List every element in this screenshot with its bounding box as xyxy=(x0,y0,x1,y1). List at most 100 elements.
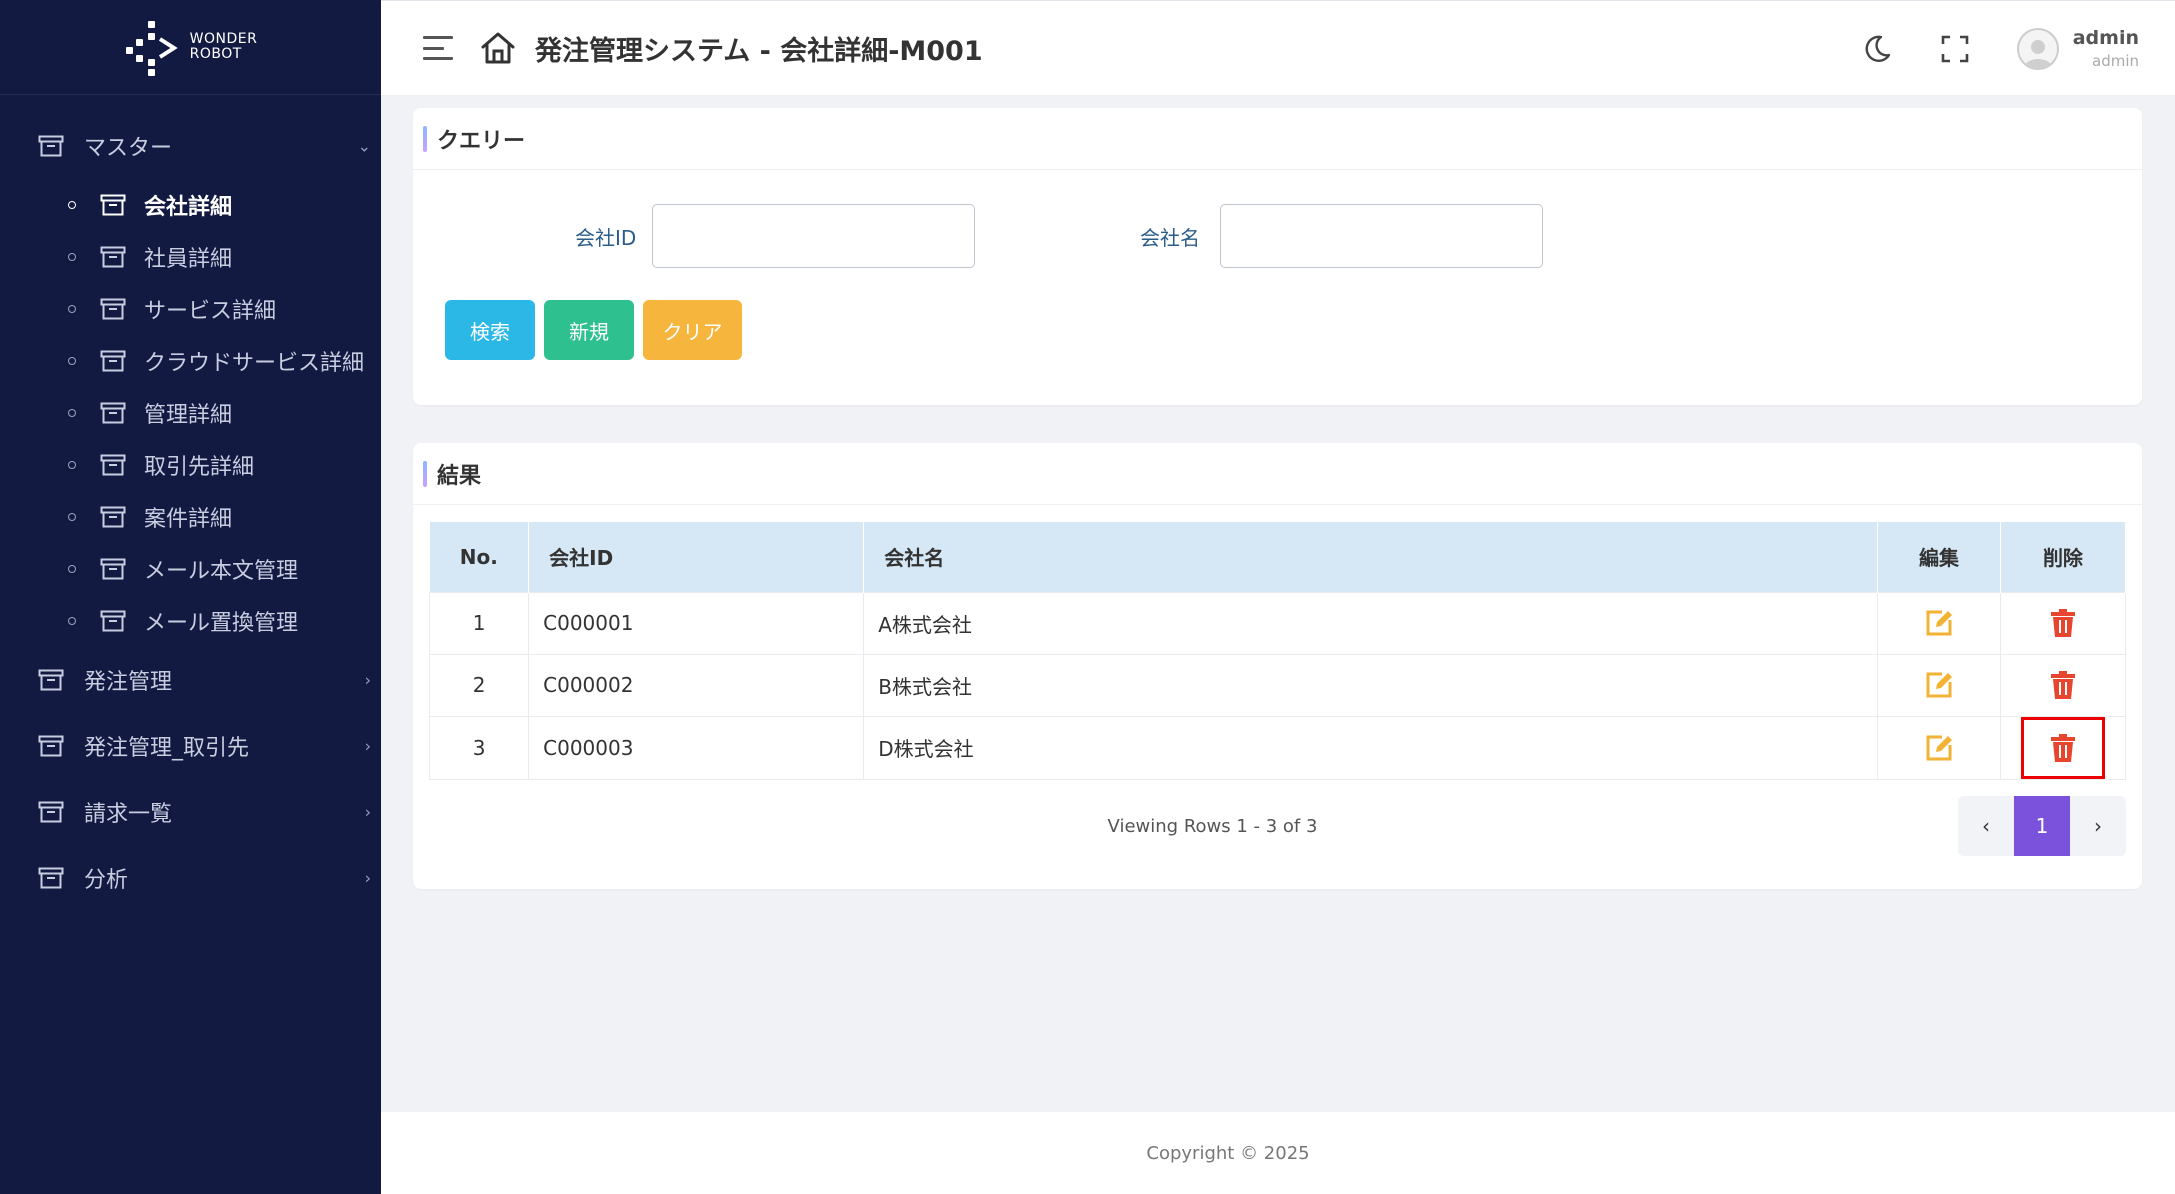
chevron-down-icon: ⌄ xyxy=(357,136,371,156)
user-role: admin xyxy=(2092,51,2139,70)
table-row: 2 C000002 B株式会社 xyxy=(428,653,2127,717)
bullet-icon xyxy=(68,461,76,469)
archive-icon xyxy=(100,194,126,216)
edit-icon[interactable] xyxy=(1924,670,1954,700)
archive-icon xyxy=(100,246,126,268)
sidebar-item-label: メール本文管理 xyxy=(144,559,299,584)
sidebar-item-service-detail[interactable]: サービス詳細 xyxy=(0,283,381,335)
sidebar-item-client-detail[interactable]: 取引先詳細 xyxy=(0,439,381,491)
column-header-company-name[interactable]: 会社名 xyxy=(863,522,1879,592)
logo[interactable]: WONDER ROBOT xyxy=(0,0,381,95)
sidebar-group-master[interactable]: マスター ⌄ xyxy=(0,113,381,179)
sidebar-item-mail-body[interactable]: メール本文管理 xyxy=(0,543,381,595)
sidebar-group-label: マスター xyxy=(84,136,173,161)
sidebar-item-label: 取引先詳細 xyxy=(144,455,255,480)
new-button[interactable]: 新規 xyxy=(544,300,634,360)
trash-icon[interactable] xyxy=(2048,608,2078,638)
avatar[interactable] xyxy=(2016,27,2059,70)
search-button[interactable]: 検索 xyxy=(445,300,535,360)
company-name-input[interactable] xyxy=(1220,204,1543,268)
clear-button[interactable]: クリア xyxy=(643,300,742,360)
chevron-right-icon: › xyxy=(364,670,371,690)
column-header-edit: 編集 xyxy=(1877,522,2001,592)
page-title: 発注管理システム - 会社詳細-M001 xyxy=(535,35,983,67)
table-header-row: No. 会社ID 会社名 編集 削除 xyxy=(429,522,2127,592)
sidebar-item-project-detail[interactable]: 案件詳細 xyxy=(0,491,381,543)
cell-no: 2 xyxy=(428,653,530,717)
sidebar-item-management-detail[interactable]: 管理詳細 xyxy=(0,387,381,439)
query-card-title: クエリー xyxy=(413,108,2142,170)
cell-no: 1 xyxy=(428,591,530,655)
company-id-label: 会社ID xyxy=(575,226,637,250)
cell-delete xyxy=(1999,653,2127,717)
column-header-delete: 削除 xyxy=(2000,522,2127,592)
sidebar-group-label: 発注管理 xyxy=(84,670,173,695)
archive-icon xyxy=(100,454,126,476)
sidebar-item-mail-replace[interactable]: メール置換管理 xyxy=(0,595,381,647)
company-id-input[interactable] xyxy=(652,204,975,268)
sidebar-group-order[interactable]: 発注管理 › xyxy=(0,647,381,713)
sidebar: WONDER ROBOT マスター ⌄ 会社詳細 社員詳細 サービス詳細 クラウ… xyxy=(0,0,381,1194)
top-header: 発注管理システム - 会社詳細-M001 admin admin xyxy=(381,0,2175,95)
result-card-title: 結果 xyxy=(413,443,2142,505)
archive-icon xyxy=(100,402,126,424)
cell-delete xyxy=(1999,715,2127,780)
column-header-company-id[interactable]: 会社ID xyxy=(528,522,865,592)
sidebar-group-invoice[interactable]: 請求一覧 › xyxy=(0,779,381,845)
edit-icon[interactable] xyxy=(1924,608,1954,638)
chevron-right-icon: › xyxy=(364,802,371,822)
table-row: 3 C000003 D株式会社 xyxy=(428,715,2127,780)
chevron-right-icon: › xyxy=(364,868,371,888)
wonder-robot-logo-icon xyxy=(124,19,180,76)
sidebar-item-label: クラウドサービス詳細 xyxy=(144,351,365,376)
sidebar-item-cloud-service-detail[interactable]: クラウドサービス詳細 xyxy=(0,335,381,387)
user-info[interactable]: admin admin xyxy=(2072,26,2139,70)
sidebar-group-analysis[interactable]: 分析 › xyxy=(0,845,381,911)
edit-icon[interactable] xyxy=(1924,733,1954,763)
archive-icon xyxy=(100,298,126,320)
bullet-icon xyxy=(68,305,76,313)
pagination: ‹ 1 › xyxy=(1958,796,2126,856)
sidebar-item-label: サービス詳細 xyxy=(144,299,277,324)
home-icon[interactable] xyxy=(479,29,517,67)
cell-company-name: D株式会社 xyxy=(863,715,1879,780)
sidebar-group-order-client[interactable]: 発注管理_取引先 › xyxy=(0,713,381,779)
cell-company-id: C000002 xyxy=(528,653,865,717)
page-button-current[interactable]: 1 xyxy=(2014,796,2070,856)
pagination-info: Viewing Rows 1 - 3 of 3 xyxy=(1107,816,1318,837)
dark-mode-moon-icon[interactable] xyxy=(1861,33,1893,65)
cell-delete xyxy=(1999,591,2127,655)
trash-icon[interactable] xyxy=(2048,670,2078,700)
cell-company-id: C000001 xyxy=(528,591,865,655)
sidebar-item-label: 会社詳細 xyxy=(144,195,233,220)
prev-page-button[interactable]: ‹ xyxy=(1958,796,2014,856)
archive-icon xyxy=(100,558,126,580)
fullscreen-icon[interactable] xyxy=(1939,33,1971,65)
column-header-no[interactable]: No. xyxy=(429,522,530,592)
menu-toggle-icon[interactable] xyxy=(423,36,453,60)
bullet-icon xyxy=(68,409,76,417)
cell-edit xyxy=(1877,715,2001,780)
bullet-icon xyxy=(68,617,76,625)
header-actions: admin admin xyxy=(1861,1,2139,96)
chevron-right-icon: › xyxy=(364,736,371,756)
sidebar-item-employee-detail[interactable]: 社員詳細 xyxy=(0,231,381,283)
next-page-button[interactable]: › xyxy=(2070,796,2126,856)
sidebar-item-label: メール置換管理 xyxy=(144,611,299,636)
result-card: 結果 No. 会社ID 会社名 編集 削除 1 C000001 A株式会社 2 … xyxy=(413,443,2142,889)
sidebar-group-label: 請求一覧 xyxy=(84,802,173,827)
sidebar-group-label: 分析 xyxy=(84,868,129,893)
archive-icon xyxy=(38,867,64,889)
user-name: admin xyxy=(2072,26,2139,49)
sidebar-nav: マスター ⌄ 会社詳細 社員詳細 サービス詳細 クラウドサービス詳細 管理詳細 xyxy=(0,95,381,911)
sidebar-item-label: 社員詳細 xyxy=(144,247,233,272)
sidebar-item-company-detail[interactable]: 会社詳細 xyxy=(0,179,381,231)
sidebar-group-label: 発注管理_取引先 xyxy=(84,736,250,761)
archive-icon xyxy=(38,135,64,157)
trash-icon[interactable] xyxy=(2048,733,2078,763)
delete-highlight-box xyxy=(2020,716,2105,779)
bullet-icon xyxy=(68,513,76,521)
cell-no: 3 xyxy=(428,715,530,780)
archive-icon xyxy=(38,735,64,757)
archive-icon xyxy=(100,610,126,632)
